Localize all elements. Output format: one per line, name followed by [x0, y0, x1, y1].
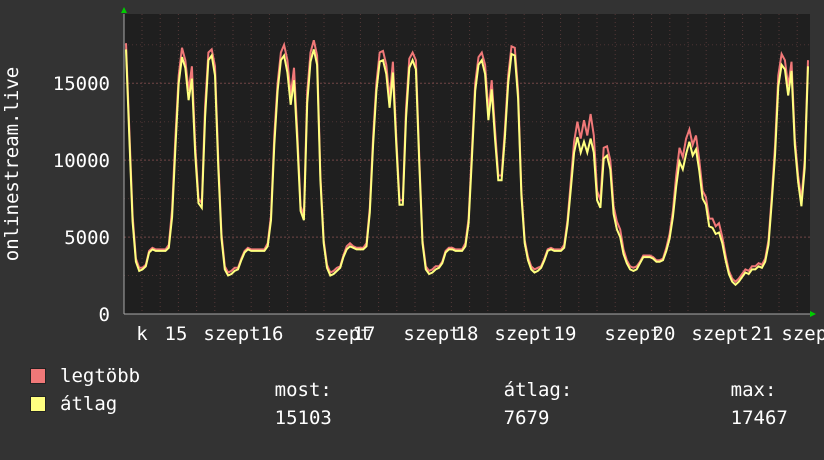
x-tick-label: 21 — [751, 323, 774, 345]
x-tick-label: 18 — [456, 323, 479, 345]
legend: legtöbb átlag most: 15103 átlag: 7679 ma… — [30, 362, 810, 429]
stat-avg-label: átlag: — [503, 379, 573, 401]
x-tick-label: szept — [691, 323, 748, 345]
legend-swatch-max — [30, 368, 46, 384]
x-tick-label: szept — [781, 323, 824, 345]
legend-item-avg: átlag most: 15103 átlag: 7679 max: 17467 — [30, 379, 810, 429]
x-tick-label: 15 — [165, 323, 188, 345]
stat-now: most: 15103 — [206, 348, 332, 460]
x-tick-label: szept — [494, 323, 551, 345]
x-tick-labels: k 15 szept 16 szept17 szept18 szept 19 szept20 sz… — [136, 323, 824, 345]
y-tick-label: 5000 — [64, 227, 110, 249]
y-axis-arrow-icon — [121, 7, 127, 13]
x-tick-label: szept — [203, 323, 260, 345]
legend-label-max: legtöbb — [60, 365, 141, 387]
x-tick-label: szept — [403, 323, 460, 345]
x-tick-label: k — [136, 323, 148, 345]
stat-max: max: 17467 — [662, 348, 788, 460]
x-tick-label: 16 — [261, 323, 284, 345]
y-tick-labels: 0 5000 10000 15000 — [53, 73, 110, 326]
x-tick-label: 17 — [353, 323, 376, 345]
stat-now-value: 15103 — [274, 407, 332, 429]
legend-swatch-avg — [30, 396, 46, 412]
y-tick-label: 15000 — [53, 73, 110, 95]
x-tick-label: 20 — [653, 323, 676, 345]
chart: 050001000015000 k 15 szept 16 szept17 szept18… — [1, 7, 824, 345]
stat-avg: átlag: 7679 — [435, 348, 573, 460]
y-axis-label: onlinestream.live — [1, 67, 23, 261]
y-tick-label: 0 — [99, 304, 110, 326]
stat-max-label: max: — [730, 379, 777, 401]
legend-label-avg: átlag — [60, 393, 118, 415]
x-tick-label: 19 — [554, 323, 577, 345]
stat-avg-value: 7679 — [503, 407, 550, 429]
stat-now-label: most: — [274, 379, 332, 401]
y-tick-label: 10000 — [53, 150, 110, 172]
stat-max-value: 17467 — [730, 407, 788, 429]
x-axis-arrow-icon — [810, 311, 816, 317]
